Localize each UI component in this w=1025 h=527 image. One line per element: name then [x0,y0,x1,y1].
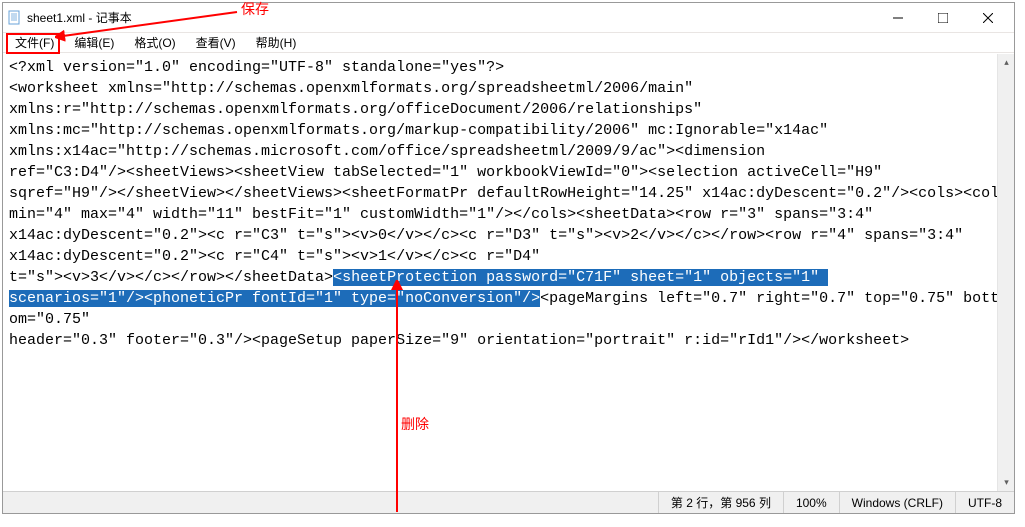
text-line: xmlns:r="http://schemas.openxmlformats.o… [9,99,1008,120]
text-line: xmlns:x14ac="http://schemas.microsoft.co… [9,141,1008,162]
notepad-window: sheet1.xml - 记事本 文件(F) 编辑(E) 格式(O) 查看(V)… [2,2,1015,514]
text-line: t="s"><v>3</v></c></row></sheetData><she… [9,267,1008,288]
titlebar[interactable]: sheet1.xml - 记事本 [3,3,1014,33]
window-controls [875,4,1010,32]
vertical-scrollbar[interactable]: ▴ ▾ [997,54,1014,491]
selected-text: <sheetProtection password="C71F" sheet="… [333,269,828,286]
text-line: header="0.3" footer="0.3"/><pageSetup pa… [9,330,1008,351]
text-line: xmlns:mc="http://schemas.openxmlformats.… [9,120,1008,141]
statusbar: 第 2 行，第 956 列 100% Windows (CRLF) UTF-8 [3,491,1014,513]
menu-view[interactable]: 查看(V) [186,32,246,53]
text-line: scenarios="1"/><phoneticPr fontId="1" ty… [9,288,1008,330]
selected-text: scenarios="1"/><phoneticPr fontId="1" ty… [9,290,540,307]
text-line: sqref="H9"/></sheetView></sheetViews><sh… [9,183,1008,204]
text-line: ref="C3:D4"/><sheetViews><sheetView tabS… [9,162,1008,183]
text-line: x14ac:dyDescent="0.2"><c r="C3" t="s"><v… [9,225,1008,246]
scroll-down-icon[interactable]: ▾ [998,474,1015,491]
menu-help[interactable]: 帮助(H) [246,32,307,53]
menu-format[interactable]: 格式(O) [124,32,185,53]
text-line: <?xml version="1.0" encoding="UTF-8" sta… [9,57,1008,78]
annotation-save-label: 保存 [241,0,269,19]
status-position: 第 2 行，第 956 列 [658,492,783,513]
minimize-button[interactable] [875,4,920,32]
status-eol: Windows (CRLF) [839,492,955,513]
annotation-delete-label: 删除 [401,414,429,434]
menu-file[interactable]: 文件(F) [5,32,64,53]
text-line: min="4" max="4" width="11" bestFit="1" c… [9,204,1008,225]
status-encoding: UTF-8 [955,492,1014,513]
text-content[interactable]: <?xml version="1.0" encoding="UTF-8" sta… [3,55,1014,491]
scroll-up-icon[interactable]: ▴ [998,54,1015,71]
menu-edit[interactable]: 编辑(E) [64,32,124,53]
status-zoom: 100% [783,492,839,513]
maximize-button[interactable] [920,4,965,32]
window-title: sheet1.xml - 记事本 [27,9,875,26]
notepad-icon [7,10,23,26]
text-line: <worksheet xmlns="http://schemas.openxml… [9,78,1008,99]
close-button[interactable] [965,4,1010,32]
text-line: x14ac:dyDescent="0.2"><c r="C4" t="s"><v… [9,246,1008,267]
menubar: 文件(F) 编辑(E) 格式(O) 查看(V) 帮助(H) [3,33,1014,53]
